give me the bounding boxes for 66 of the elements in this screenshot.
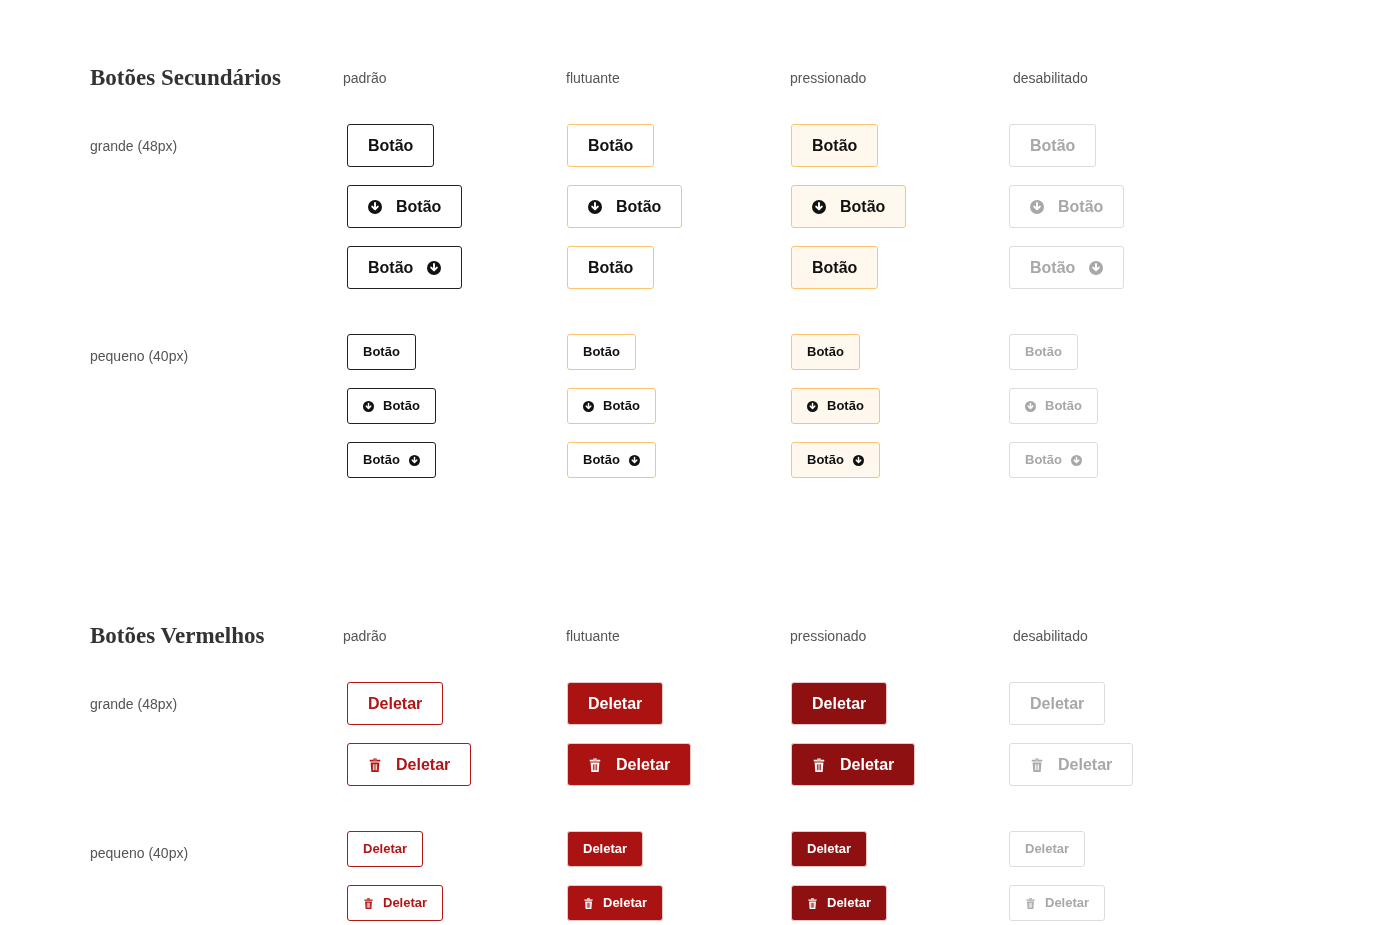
arrow-down-circle-icon — [1070, 454, 1082, 466]
trash-icon — [588, 757, 602, 772]
arrow-down-circle-icon — [812, 199, 826, 214]
delete-button[interactable]: Deletar — [567, 885, 664, 921]
delete-button[interactable]: Deletar — [347, 682, 444, 725]
delete-button[interactable]: Deletar — [791, 682, 888, 725]
size-label: grande (48px) — [90, 696, 178, 712]
button[interactable]: Botão — [347, 246, 463, 289]
button[interactable]: Botão — [347, 124, 435, 167]
arrow-down-circle-icon — [588, 199, 602, 214]
button[interactable]: Botão — [347, 334, 416, 370]
size-label: pequeno (40px) — [90, 845, 189, 861]
delete-button[interactable]: Deletar — [567, 831, 644, 867]
column-header: desabilitado — [1013, 69, 1088, 86]
arrow-down-circle-icon — [852, 454, 864, 466]
button[interactable]: Botão — [567, 334, 636, 370]
section-title: Botões Secundários — [90, 63, 283, 92]
delete-button[interactable]: Deletar — [791, 885, 888, 921]
delete-button[interactable]: Deletar — [791, 831, 868, 867]
delete-button[interactable]: Deletar — [347, 885, 444, 921]
size-label: grande (48px) — [90, 138, 178, 154]
trash-icon — [368, 757, 382, 772]
button[interactable]: Botão — [567, 388, 656, 424]
button[interactable]: Botão — [791, 185, 907, 228]
arrow-down-circle-icon — [363, 400, 374, 412]
button[interactable]: Botão — [791, 442, 880, 478]
trash-icon — [1025, 897, 1036, 909]
button[interactable]: Botão — [567, 185, 683, 228]
arrow-down-circle-icon — [368, 199, 382, 214]
button[interactable]: Botão — [567, 442, 656, 478]
arrow-down-circle-icon — [1025, 400, 1036, 412]
trash-icon — [812, 757, 826, 772]
button[interactable]: Botão — [791, 246, 879, 289]
arrow-down-circle-icon — [628, 454, 640, 466]
button[interactable]: Botão — [347, 185, 463, 228]
column-header: flutuante — [566, 69, 620, 86]
arrow-down-circle-icon — [807, 400, 818, 412]
arrow-down-circle-icon — [1089, 260, 1104, 275]
delete-button[interactable]: Deletar — [567, 743, 692, 786]
button[interactable]: Botão — [791, 124, 879, 167]
column-header: pressionado — [790, 627, 867, 644]
column-header: padrão — [343, 627, 387, 644]
button[interactable]: Botão — [791, 388, 880, 424]
delete-button[interactable]: Deletar — [791, 743, 916, 786]
trash-icon — [363, 897, 374, 909]
column-header: flutuante — [566, 627, 620, 644]
trash-icon — [807, 897, 818, 909]
arrow-down-circle-icon — [1030, 199, 1044, 214]
arrow-down-circle-icon — [427, 260, 442, 275]
button[interactable]: Botão — [347, 442, 436, 478]
delete-button[interactable]: Deletar — [347, 831, 424, 867]
trash-icon — [583, 897, 594, 909]
button[interactable]: Botão — [567, 124, 655, 167]
button[interactable]: Botão — [347, 388, 436, 424]
button[interactable]: Botão — [791, 334, 860, 370]
column-header: desabilitado — [1013, 627, 1088, 644]
delete-button[interactable]: Deletar — [347, 743, 472, 786]
arrow-down-circle-icon — [583, 400, 594, 412]
column-header: padrão — [343, 69, 387, 86]
section-title: Botões Vermelhos — [90, 621, 266, 650]
size-label: pequeno (40px) — [90, 348, 189, 364]
column-header: pressionado — [790, 69, 867, 86]
arrow-down-circle-icon — [408, 454, 420, 466]
button[interactable]: Botão — [567, 246, 655, 289]
delete-button[interactable]: Deletar — [567, 682, 664, 725]
trash-icon — [1030, 757, 1044, 772]
